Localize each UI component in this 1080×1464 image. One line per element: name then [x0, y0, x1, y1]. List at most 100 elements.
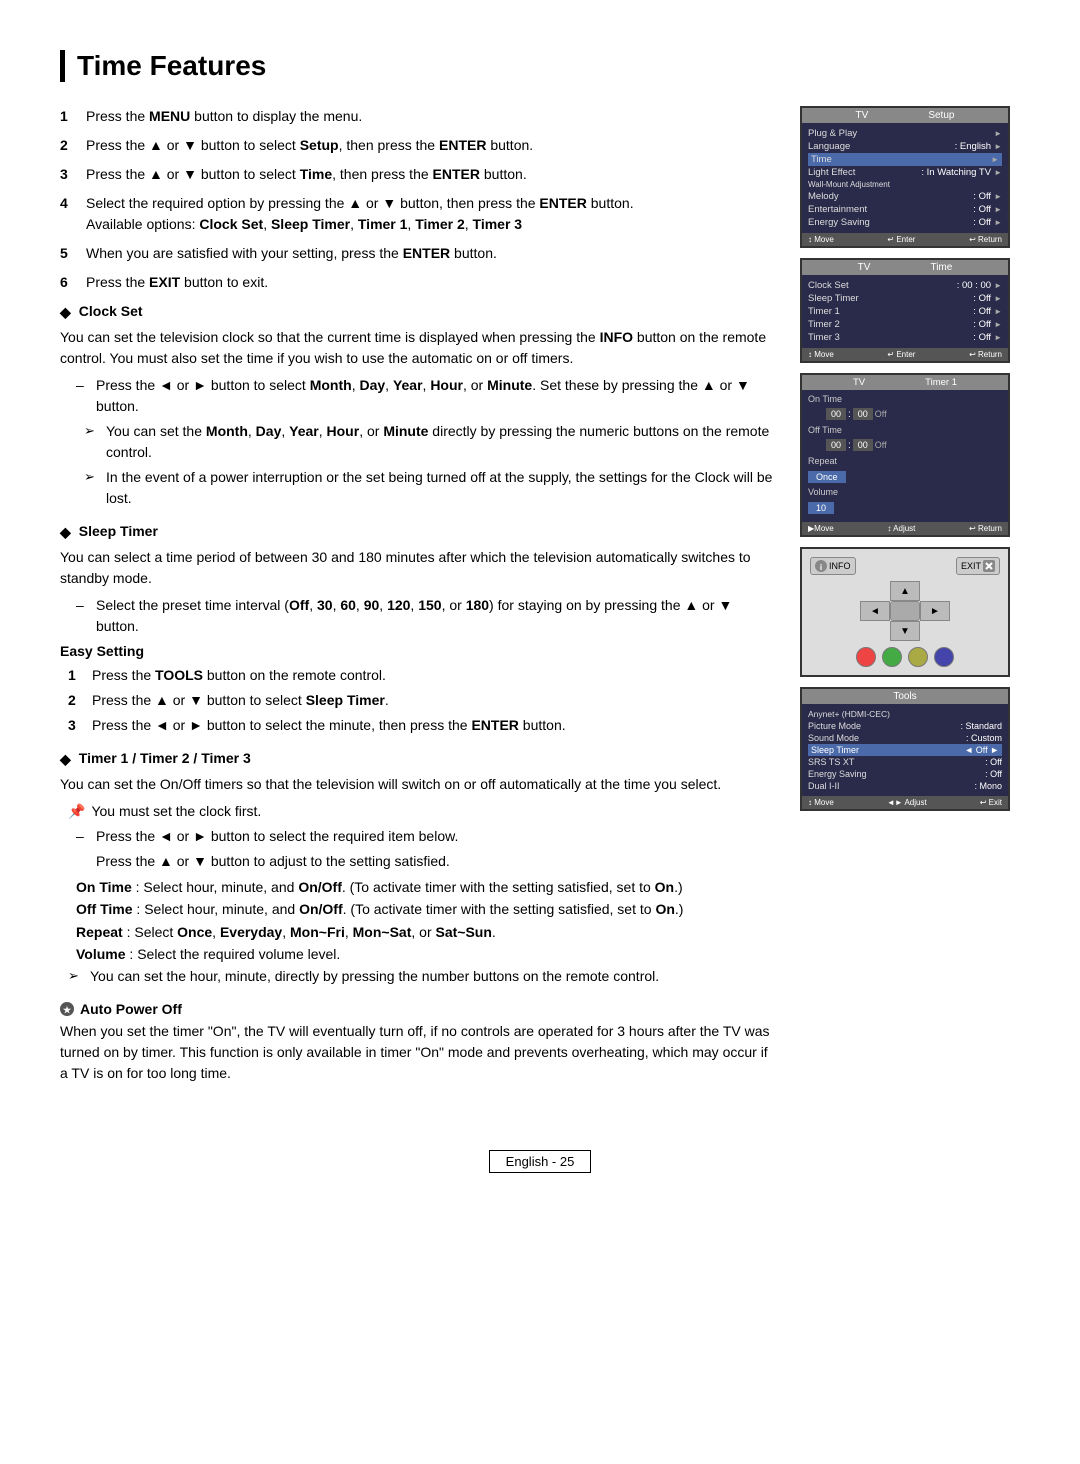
volume-text: Volume : Select the required volume leve… [76, 943, 776, 965]
step-number: 2 [60, 135, 76, 156]
table-row: Entertainment : Off ► [808, 203, 1002, 216]
table-row: Sleep Timer ◄ Off ► [808, 744, 1002, 756]
table-row: Anynet+ (HDMI-CEC) [808, 708, 1002, 720]
list-item: 2 Press the ▲ or ▼ button to select Slee… [68, 690, 776, 711]
tools-footer: ↕ Move ◄► Adjust ↩ Exit [802, 796, 1008, 809]
nav-cross: ▲ ◄ ► ▼ [860, 581, 950, 641]
list-item: 3 Press the ◄ or ► button to select the … [68, 715, 776, 736]
footer-adjust: ↕ Adjust [887, 524, 915, 533]
list-item-text: Press the ◄ or ► button to select Month,… [96, 375, 776, 417]
row-value: : Off ► [973, 191, 1002, 202]
list-item: – Press the ◄ or ► button to select Mont… [76, 375, 776, 417]
row-label: Plug & Play [808, 128, 857, 139]
setup-panel: TV Setup Plug & Play ► Language : Englis… [800, 106, 1010, 248]
table-row: Plug & Play ► [808, 127, 1002, 140]
off-min: 00 [853, 439, 873, 451]
table-row: SRS TS XT : Off [808, 756, 1002, 768]
step-4: 4 Select the required option by pressing… [60, 193, 776, 235]
row-value: : Standard [960, 721, 1002, 731]
green-button[interactable] [882, 647, 902, 667]
page-footer: English - 25 [60, 1120, 1020, 1173]
footer-exit: ↩ Exit [980, 798, 1002, 807]
info-button[interactable]: i INFO [810, 557, 856, 575]
row-label: Timer 3 [808, 332, 840, 343]
step-content: Press the EXIT button to exit. [86, 272, 776, 293]
step-3: 3 Press the ▲ or ▼ button to select Time… [60, 164, 776, 185]
info-icon: i [815, 560, 827, 572]
table-row: Sleep Timer : Off ► [808, 292, 1002, 305]
row-label: Anynet+ (HDMI-CEC) [808, 709, 890, 719]
setup-panel-footer: ↕ Move ↵ Enter ↩ Return [802, 233, 1008, 246]
exit-label: EXIT [961, 561, 981, 571]
note-sym: 📌 [68, 801, 85, 822]
list-item: ➢ In the event of a power interruption o… [84, 467, 776, 509]
sleep-timer-body: You can select a time period of between … [60, 547, 776, 589]
row-value: : Off [985, 769, 1002, 779]
sleep-timer-title: Sleep Timer [79, 523, 158, 539]
red-button[interactable] [856, 647, 876, 667]
row-value: : Off ► [973, 217, 1002, 228]
nav-right-button[interactable]: ► [920, 601, 950, 621]
tv-label: TV [856, 110, 869, 121]
colon: : [848, 440, 851, 451]
arrow-sym: ➢ [84, 467, 100, 509]
timer1-panel-footer: ▶Move ↕ Adjust ↩ Return [802, 522, 1008, 535]
svg-text:★: ★ [63, 1005, 72, 1015]
step-5: 5 When you are satisfied with your setti… [60, 243, 776, 264]
table-row: Wall-Mount Adjustment [808, 179, 1002, 190]
tools-body: Anynet+ (HDMI-CEC) Picture Mode : Standa… [802, 704, 1008, 796]
row-value: : Off ► [973, 332, 1002, 343]
exit-button[interactable]: EXIT [956, 557, 1000, 575]
nav-down-button[interactable]: ▼ [890, 621, 920, 641]
step-content: Press the ▲ or ▼ button to select Setup,… [86, 135, 776, 156]
off-time-row: 00 : 00 Off [808, 438, 1002, 452]
arrow-icon: ► [994, 307, 1002, 316]
arrow-icon: ► [994, 129, 1002, 138]
arrow-sym: ➢ [68, 966, 84, 987]
row-value: : Off ► [973, 306, 1002, 317]
footer-return: ↩ Return [969, 350, 1002, 359]
timer1-panel-header: TV Timer 1 [802, 375, 1008, 390]
table-row: Light Effect : In Watching TV ► [808, 166, 1002, 179]
yellow-button[interactable] [908, 647, 928, 667]
arrow-icon: ► [994, 333, 1002, 342]
on-status: Off [875, 409, 887, 419]
row-label: Melody [808, 191, 839, 202]
list-item-text: Select the preset time interval (Off, 30… [96, 595, 776, 637]
list-item: – Press the ◄ or ► button to select the … [76, 826, 776, 847]
blue-button[interactable] [934, 647, 954, 667]
arrow-icon: ► [994, 281, 1002, 290]
row-value: : Mono [974, 781, 1002, 791]
page-title: Time Features [60, 50, 1020, 82]
step-text: Press the ◄ or ► button to select the mi… [92, 715, 566, 736]
time-panel-header: TV Time [802, 260, 1008, 275]
table-row: Timer 1 : Off ► [808, 305, 1002, 318]
clock-set-body: You can set the television clock so that… [60, 327, 776, 369]
row-label: Sleep Timer [811, 745, 859, 755]
svg-text:i: i [820, 563, 822, 572]
table-row: Language : English ► [808, 140, 1002, 153]
arrow-icon: ► [994, 320, 1002, 329]
step-content: Press the ▲ or ▼ button to select Time, … [86, 164, 776, 185]
color-buttons [856, 647, 954, 667]
nav-left-button[interactable]: ◄ [860, 601, 890, 621]
auto-power-title: Auto Power Off [80, 1001, 182, 1017]
row-label: Energy Saving [808, 769, 867, 779]
diamond-icon: ◆ [60, 304, 71, 321]
sleep-timer-section: ◆ Sleep Timer You can select a time peri… [60, 523, 776, 736]
clock-set-header: ◆ Clock Set [60, 303, 776, 321]
step-number: 6 [60, 272, 76, 293]
diamond-icon: ◆ [60, 751, 71, 768]
step-1: 1 Press the MENU button to display the m… [60, 106, 776, 127]
bullet-sym: – [76, 375, 90, 417]
step-text: Press the TOOLS button on the remote con… [92, 665, 386, 686]
row-label: Sound Mode [808, 733, 859, 743]
timer-bullets: – Press the ◄ or ► button to select the … [76, 826, 776, 872]
arrow-icon: ► [994, 205, 1002, 214]
nav-ok-button[interactable] [890, 601, 920, 621]
table-row: Picture Mode : Standard [808, 720, 1002, 732]
on-hour: 00 [826, 408, 846, 420]
nav-up-button[interactable]: ▲ [890, 581, 920, 601]
step-number: 4 [60, 193, 76, 235]
step-number: 1 [68, 665, 84, 686]
